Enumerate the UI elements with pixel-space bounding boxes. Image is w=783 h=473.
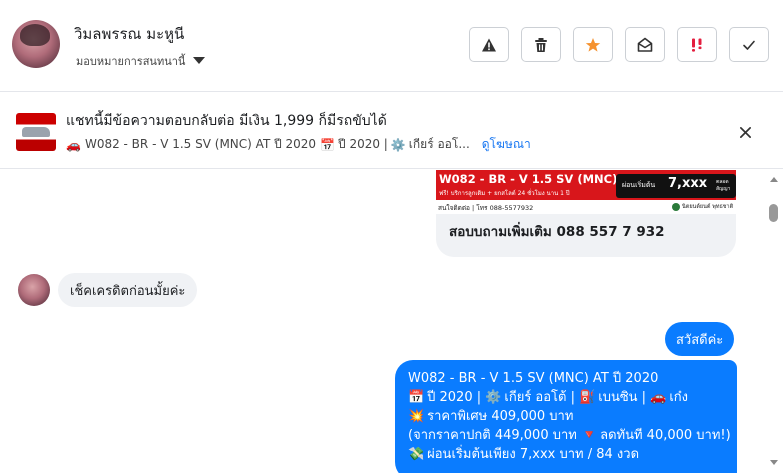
scroll-down-icon[interactable] <box>770 460 778 465</box>
dealer-logo-icon <box>672 203 680 211</box>
message-thread[interactable]: W082 - BR - V 1.5 SV (MNC) ฟรี! บริการลู… <box>0 170 783 473</box>
sender-avatar <box>18 274 50 306</box>
price-prefix: ผ่อนเริ่มต้น <box>622 181 656 189</box>
incoming-message[interactable]: เช็คเครดิตก่อนมั้ยค่ะ <box>58 273 198 307</box>
ad-year: ปี 2020 | <box>338 137 388 151</box>
scrollbar[interactable] <box>769 170 783 473</box>
star-button[interactable] <box>573 27 613 62</box>
collision-icon: 💥 <box>408 409 425 424</box>
ad-details: 🚗 W082 - BR - V 1.5 SV (MNC) AT ปี 2020 … <box>66 135 531 154</box>
ad-image-promo: ฟรี! บริการลูกเดิม + ยกสโลต์ 24 ชั่วโมง … <box>439 190 570 197</box>
scroll-up-icon[interactable] <box>770 177 778 182</box>
mark-spam-button[interactable] <box>469 27 509 62</box>
close-button[interactable] <box>736 123 754 141</box>
message-line: 💥 ราคาพิเศษ 409,000 บาท <box>408 409 574 424</box>
ad-title: แชทนี้มีข้อความตอบกลับต่อ มีเงิน 1,999 ก… <box>66 113 387 129</box>
calendar-icon: 📅 <box>320 137 336 152</box>
message-line: 💸 ผ่อนเริ่มต้นเพียง 7,xxx บาท / 84 งวด <box>408 447 640 462</box>
gear-icon: ⚙️ <box>485 390 502 405</box>
message-line: 📅 ปี 2020 | ⚙️ เกียร์ ออโต้ | ⛽ เบนซิน |… <box>408 390 688 405</box>
check-icon <box>743 40 755 50</box>
trash-icon <box>535 37 547 52</box>
ad-image: W082 - BR - V 1.5 SV (MNC) ฟรี! บริการลู… <box>436 170 736 214</box>
ad-image-title: W082 - BR - V 1.5 SV (MNC) <box>439 172 618 186</box>
follow-up-icon <box>692 38 702 52</box>
envelope-open-icon <box>637 37 653 52</box>
gear-icon: ⚙️ <box>390 137 406 152</box>
money-wings-icon: 💸 <box>408 447 425 462</box>
warning-icon <box>482 38 496 51</box>
view-ad-link[interactable]: ดูโฆษณา <box>482 135 531 154</box>
ad-gear: เกียร์ ออโ... <box>408 137 470 151</box>
delete-button[interactable] <box>521 27 561 62</box>
calendar-icon: 📅 <box>408 390 425 405</box>
dealer-name: นิตยนต์ยนต์ พุทธชาติ <box>682 204 734 210</box>
outgoing-message[interactable]: W082 - BR - V 1.5 SV (MNC) AT ปี 2020 📅 … <box>395 360 737 473</box>
conversation-header: วิมลพรรณ มะหูนี มอบหมายการสนทนานี้ <box>0 0 783 92</box>
message-line: (จากราคาปกติ 449,000 บาท 🔻 ลดทันที 40,00… <box>408 428 731 443</box>
outgoing-message[interactable]: สวัสดีค่ะ <box>665 322 735 356</box>
card-caption: สอบบถามเพิ่มเติม 088 557 7 932 <box>449 224 665 240</box>
follow-up-button[interactable] <box>677 27 717 62</box>
assign-conversation-dropdown[interactable]: มอบหมายการสนทนานี้ <box>76 52 206 70</box>
fuel-icon: ⛽ <box>579 390 596 405</box>
assign-label: มอบหมายการสนทนานี้ <box>76 55 186 68</box>
car-icon: 🚗 <box>66 137 81 152</box>
ad-reply-card[interactable]: W082 - BR - V 1.5 SV (MNC) ฟรี! บริการลู… <box>436 170 736 257</box>
price-tag: ผ่อนเริ่มต้น 7,xxx ตลอดสัญญา <box>616 174 736 198</box>
ad-context-banner: แชทนี้มีข้อความตอบกลับต่อ มีเงิน 1,999 ก… <box>0 93 783 169</box>
price-suffix: ตลอดสัญญา <box>716 179 731 192</box>
action-toolbar <box>469 27 769 62</box>
close-icon <box>739 126 751 138</box>
mark-done-button[interactable] <box>729 27 769 62</box>
ad-car-model: W082 - BR - V 1.5 SV (MNC) AT ปี 2020 <box>84 137 317 151</box>
car-icon: 🚗 <box>650 390 667 405</box>
contact-line: สนใจติดต่อ | โทร 088-5577932 <box>438 204 534 212</box>
ad-thumbnail <box>16 113 56 151</box>
user-name[interactable]: วิมลพรรณ มะหูนี <box>74 22 184 46</box>
scrollbar-thumb[interactable] <box>769 204 778 222</box>
star-icon <box>585 37 601 52</box>
price-value: 7,xxx <box>668 176 708 191</box>
mark-unread-button[interactable] <box>625 27 665 62</box>
avatar[interactable] <box>12 20 60 68</box>
message-line: W082 - BR - V 1.5 SV (MNC) AT ปี 2020 <box>408 371 659 386</box>
caret-down-icon <box>193 56 206 64</box>
down-triangle-icon: 🔻 <box>580 428 598 443</box>
